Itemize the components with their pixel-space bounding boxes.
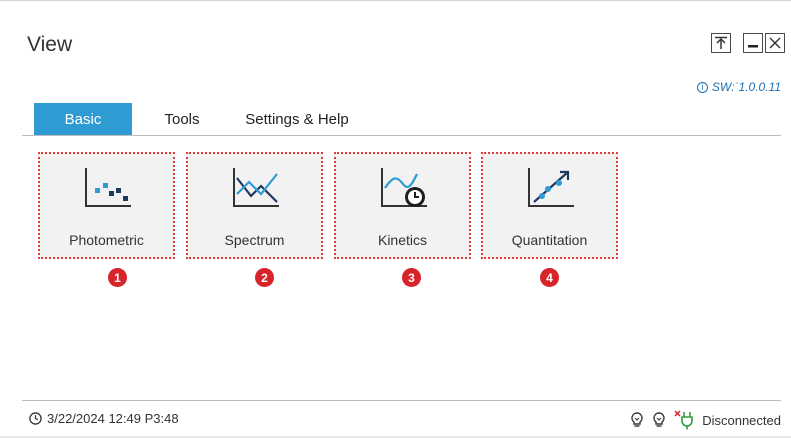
disconnected-plug-icon: [674, 410, 694, 430]
info-icon: i: [696, 81, 708, 93]
tile-label: Photometric: [69, 232, 144, 248]
number-badge: 4: [540, 268, 559, 287]
status-datetime: 3/22/2024 12:49 P3:48: [29, 411, 179, 426]
minimize-icon: [748, 45, 758, 48]
number-badge: 1: [108, 268, 127, 287]
window-controls: [711, 33, 785, 53]
clock-icon: [29, 412, 42, 425]
tab-bar: Basic Tools Settings & Help: [22, 103, 781, 136]
tab-basic[interactable]: Basic: [34, 103, 132, 135]
minimize-button[interactable]: [743, 33, 763, 53]
tab-tools[interactable]: Tools: [152, 103, 212, 135]
number-badge: 2: [255, 268, 274, 287]
window-title: View: [27, 33, 73, 56]
status-bar: 3/22/2024 12:49 P3:48 Disconnected: [22, 400, 781, 438]
tile-spectrum[interactable]: Spectrum: [186, 152, 323, 259]
tile-label: Kinetics: [377, 232, 428, 248]
datetime-text: 3/22/2024 12:49 P3:48: [47, 411, 179, 426]
tile-label: Spectrum: [224, 232, 285, 248]
pin-to-top-icon: [715, 36, 727, 49]
quantitation-icon: [528, 168, 574, 207]
close-icon: [769, 37, 781, 49]
close-button[interactable]: [765, 33, 785, 53]
tile-quantitation[interactable]: Quantitation: [481, 152, 618, 259]
connection-status: Disconnected: [702, 412, 781, 428]
version-text: SW:˙1.0.0.11: [711, 80, 781, 94]
tile-label: Quantitation: [511, 232, 588, 248]
pin-to-top-button[interactable]: [711, 33, 731, 53]
number-badge: 3: [402, 268, 421, 287]
app-window: View i SW:˙1.0.0.11 Basic Tools Settings…: [0, 0, 791, 436]
lamp-icon: [653, 412, 665, 427]
software-version: i SW:˙1.0.0.11: [696, 80, 781, 94]
kinetics-icon: [381, 168, 427, 207]
lamp-icon: [631, 412, 643, 427]
photometric-icon: [85, 168, 131, 207]
status-indicators: Disconnected: [630, 410, 781, 430]
spectrum-icon: [233, 168, 279, 207]
tile-photometric[interactable]: Photometric: [38, 152, 175, 259]
tile-kinetics[interactable]: Kinetics: [334, 152, 471, 259]
tab-settings-help[interactable]: Settings & Help: [232, 103, 362, 135]
